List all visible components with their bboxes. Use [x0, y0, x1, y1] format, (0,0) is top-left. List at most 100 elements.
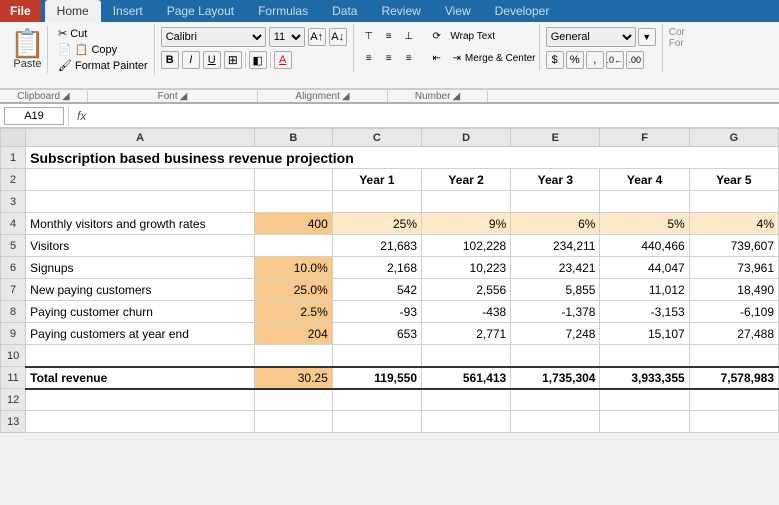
cell-5-D[interactable]: 102,228: [422, 235, 511, 257]
cell-11-A[interactable]: Total revenue: [26, 367, 255, 389]
align-bottom-button[interactable]: ⊥: [400, 27, 418, 45]
merge-center-button[interactable]: Merge & Center: [468, 49, 533, 67]
cell-2-G[interactable]: Year 5: [689, 169, 778, 191]
cell-10-B[interactable]: [254, 345, 332, 367]
tab-data[interactable]: Data: [320, 0, 369, 22]
cell-2-A[interactable]: [26, 169, 255, 191]
tab-review[interactable]: Review: [369, 0, 432, 22]
cell-5-G[interactable]: 739,607: [689, 235, 778, 257]
cell-8-C[interactable]: -93: [332, 301, 421, 323]
col-header-c[interactable]: C: [332, 129, 421, 147]
cell-4-E[interactable]: 6%: [511, 213, 600, 235]
cell-4-A[interactable]: Monthly visitors and growth rates: [26, 213, 255, 235]
cell-2-F[interactable]: Year 4: [600, 169, 689, 191]
cell-8-F[interactable]: -3,153: [600, 301, 689, 323]
font-color-button[interactable]: A: [274, 51, 292, 69]
cell-6-C[interactable]: 2,168: [332, 257, 421, 279]
col-header-a[interactable]: A: [26, 129, 255, 147]
cell-3-G[interactable]: [689, 191, 778, 213]
cell-13-G[interactable]: [689, 411, 778, 433]
decrease-decimal-button[interactable]: .0←: [606, 51, 624, 69]
cell-11-D[interactable]: 561,413: [422, 367, 511, 389]
col-header-f[interactable]: F: [600, 129, 689, 147]
cell-5-E[interactable]: 234,211: [511, 235, 600, 257]
font-size-select[interactable]: 11: [269, 27, 305, 47]
italic-button[interactable]: I: [182, 51, 200, 69]
cell-8-G[interactable]: -6,109: [689, 301, 778, 323]
row-header[interactable]: 8: [1, 301, 26, 323]
cell-1-A[interactable]: Subscription based business revenue proj…: [26, 147, 779, 169]
cell-2-B[interactable]: [254, 169, 332, 191]
increase-decimal-button[interactable]: .00: [626, 51, 644, 69]
align-left-button[interactable]: ≡: [360, 49, 378, 67]
cell-9-A[interactable]: Paying customers at year end: [26, 323, 255, 345]
cell-2-D[interactable]: Year 2: [422, 169, 511, 191]
cell-6-B[interactable]: 10.0%: [254, 257, 332, 279]
format-painter-button[interactable]: 🖌 Format Painter: [56, 58, 150, 73]
row-header[interactable]: 4: [1, 213, 26, 235]
cell-13-D[interactable]: [422, 411, 511, 433]
cell-6-G[interactable]: 73,961: [689, 257, 778, 279]
cell-11-B[interactable]: 30.25: [254, 367, 332, 389]
col-header-d[interactable]: D: [422, 129, 511, 147]
cell-9-C[interactable]: 653: [332, 323, 421, 345]
cell-6-E[interactable]: 23,421: [511, 257, 600, 279]
align-center-button[interactable]: ≡: [380, 49, 398, 67]
comma-button[interactable]: ,: [586, 51, 604, 69]
cell-12-G[interactable]: [689, 389, 778, 411]
cell-4-F[interactable]: 5%: [600, 213, 689, 235]
tab-developer[interactable]: Developer: [483, 0, 562, 22]
font-name-select[interactable]: Calibri: [161, 27, 266, 47]
cell-7-F[interactable]: 11,012: [600, 279, 689, 301]
cell-7-C[interactable]: 542: [332, 279, 421, 301]
currency-button[interactable]: $: [546, 51, 564, 69]
cell-13-E[interactable]: [511, 411, 600, 433]
cell-12-A[interactable]: [26, 389, 255, 411]
tab-home[interactable]: Home: [45, 0, 101, 22]
borders-button[interactable]: ⊞: [224, 51, 242, 69]
cell-9-G[interactable]: 27,488: [689, 323, 778, 345]
cell-11-C[interactable]: 119,550: [332, 367, 421, 389]
percent-button[interactable]: %: [566, 51, 584, 69]
cell-5-C[interactable]: 21,683: [332, 235, 421, 257]
cell-8-D[interactable]: -438: [422, 301, 511, 323]
cell-12-F[interactable]: [600, 389, 689, 411]
cell-7-A[interactable]: New paying customers: [26, 279, 255, 301]
cell-4-D[interactable]: 9%: [422, 213, 511, 235]
number-label[interactable]: Number ◢: [388, 91, 488, 102]
number-expand-button[interactable]: ▼: [638, 28, 656, 46]
row-header[interactable]: 10: [1, 345, 26, 367]
cell-10-D[interactable]: [422, 345, 511, 367]
cell-6-D[interactable]: 10,223: [422, 257, 511, 279]
cell-3-F[interactable]: [600, 191, 689, 213]
row-header[interactable]: 6: [1, 257, 26, 279]
cell-11-F[interactable]: 3,933,355: [600, 367, 689, 389]
wrap-text-button[interactable]: Wrap Text: [448, 27, 498, 45]
cell-6-F[interactable]: 44,047: [600, 257, 689, 279]
tab-insert[interactable]: Insert: [101, 0, 155, 22]
cell-11-G[interactable]: 7,578,983: [689, 367, 778, 389]
cell-9-D[interactable]: 2,771: [422, 323, 511, 345]
row-header[interactable]: 3: [1, 191, 26, 213]
cell-7-E[interactable]: 5,855: [511, 279, 600, 301]
row-header[interactable]: 5: [1, 235, 26, 257]
row-header[interactable]: 2: [1, 169, 26, 191]
cell-10-F[interactable]: [600, 345, 689, 367]
font-label[interactable]: Font ◢: [88, 91, 258, 102]
cell-3-B[interactable]: [254, 191, 332, 213]
cell-5-B[interactable]: [254, 235, 332, 257]
align-right-button[interactable]: ≡: [400, 49, 418, 67]
cell-10-A[interactable]: [26, 345, 255, 367]
cell-3-C[interactable]: [332, 191, 421, 213]
align-top-button[interactable]: ⊤: [360, 27, 378, 45]
cell-5-F[interactable]: 440,466: [600, 235, 689, 257]
cell-13-F[interactable]: [600, 411, 689, 433]
cell-7-D[interactable]: 2,556: [422, 279, 511, 301]
col-header-g[interactable]: G: [689, 129, 778, 147]
cell-9-F[interactable]: 15,107: [600, 323, 689, 345]
row-header[interactable]: 11: [1, 367, 26, 389]
cell-10-G[interactable]: [689, 345, 778, 367]
cut-button[interactable]: ✂ Cut: [56, 26, 150, 41]
bold-button[interactable]: B: [161, 51, 179, 69]
angle-text-button[interactable]: ⟳: [428, 27, 446, 45]
